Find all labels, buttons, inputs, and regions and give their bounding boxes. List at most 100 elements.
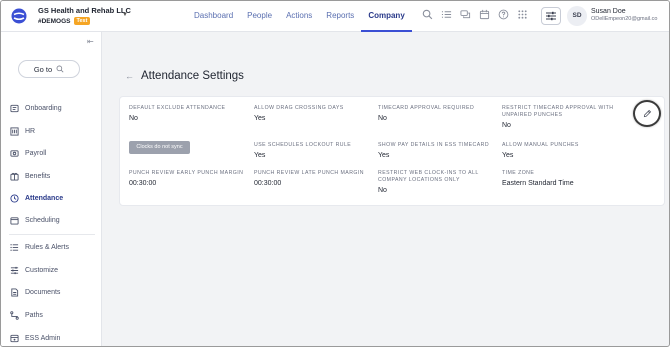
app-logo-icon[interactable] xyxy=(11,8,27,24)
sidebar-item-label: HR xyxy=(25,127,36,135)
setting-label: Restrict Web Clock-Ins To All Company Lo… xyxy=(378,170,479,183)
sidebar-item-ess-admin[interactable]: ESS Admin xyxy=(1,331,101,345)
nav-actions[interactable]: Actions xyxy=(279,1,319,32)
sidebar-item-label: Benefits xyxy=(25,172,51,180)
nav-people[interactable]: People xyxy=(240,1,279,32)
settings-sliders-button[interactable] xyxy=(541,7,561,25)
sliders-icon xyxy=(10,266,19,274)
nav-company[interactable]: Company xyxy=(361,1,412,32)
sidebar-item-hr[interactable]: HR xyxy=(1,124,101,138)
edit-settings-button[interactable] xyxy=(633,100,661,127)
sidebar-item-label: Attendance xyxy=(25,194,64,202)
calendar-icon[interactable] xyxy=(479,9,490,20)
collapse-sidebar-icon[interactable]: ⇤ xyxy=(87,37,94,46)
apps-grid-icon[interactable] xyxy=(517,9,528,20)
page-title: Attendance Settings xyxy=(141,70,244,82)
top-bar: GS Health and Rehab LLC #DEMOGS Test ▼ D… xyxy=(1,1,669,32)
sidebar-item-documents[interactable]: Documents xyxy=(1,285,101,299)
setting-value: 00:30:00 xyxy=(254,180,282,187)
setting-label: Punch Review Early Punch Margin xyxy=(129,170,244,176)
setting-show-pay-details: Show Pay Details In ESS Timecard Yes xyxy=(378,142,500,159)
sidebar-item-customize[interactable]: Customize xyxy=(1,263,101,277)
chevron-down-icon[interactable]: ▼ xyxy=(122,12,128,18)
setting-value: Eastern Standard Time xyxy=(502,180,574,187)
setting-default-exclude-attendance: Default Exclude Attendance No xyxy=(129,105,249,122)
setting-label: Show Pay Details In ESS Timecard xyxy=(378,142,490,148)
sidebar-item-benefits[interactable]: Benefits xyxy=(1,169,101,183)
setting-time-zone: Time Zone Eastern Standard Time xyxy=(502,170,624,187)
go-to-label: Go to xyxy=(33,64,53,74)
setting-value: Yes xyxy=(502,152,514,159)
setting-punch-review-early-margin: Punch Review Early Punch Margin 00:30:00 xyxy=(129,170,253,187)
main-nav: Dashboard People Actions Reports Company xyxy=(187,1,412,32)
sidebar: ⇤ Go to Onboarding HR Payroll Benefits A… xyxy=(1,32,102,346)
sidebar-item-attendance[interactable]: Attendance xyxy=(1,191,101,205)
setting-value: No xyxy=(378,115,387,122)
setting-value: 00:30:00 xyxy=(129,180,157,187)
sidebar-item-paths[interactable]: Paths xyxy=(1,308,101,322)
clocks-do-not-sync-button[interactable]: Clocks do not sync xyxy=(129,141,190,154)
setting-timecard-approval-required: Timecard Approval Required No xyxy=(378,105,498,122)
setting-restrict-timecard-approval: Restrict Timecard Approval With Unpaired… xyxy=(502,105,624,129)
calendar-icon xyxy=(10,216,19,225)
search-icon[interactable] xyxy=(422,9,433,20)
avatar[interactable]: SD xyxy=(567,6,587,26)
setting-use-schedules-lockout-rule: Use Schedules Lockout Rule Yes xyxy=(254,142,374,159)
document-icon xyxy=(11,287,19,297)
payroll-icon xyxy=(10,149,19,157)
nav-dashboard[interactable]: Dashboard xyxy=(187,1,240,32)
setting-value: Yes xyxy=(254,152,266,159)
setting-allow-drag-crossing-days: Allow Drag Crossing Days Yes xyxy=(254,105,374,122)
sidebar-item-label: Payroll xyxy=(25,149,47,157)
app-window: GS Health and Rehab LLC #DEMOGS Test ▼ D… xyxy=(0,0,670,347)
back-arrow-icon[interactable]: ← xyxy=(125,71,134,81)
company-name: GS Health and Rehab LLC xyxy=(38,6,131,15)
attendance-settings-card: Default Exclude Attendance No Allow Drag… xyxy=(119,96,665,206)
setting-label: Allow Drag Crossing Days xyxy=(254,105,344,111)
setting-punch-review-late-margin: Punch Review Late Punch Margin 00:30:00 xyxy=(254,170,376,187)
company-switcher[interactable]: GS Health and Rehab LLC #DEMOGS Test xyxy=(38,6,131,25)
sidebar-item-scheduling[interactable]: Scheduling xyxy=(1,213,101,227)
clock-icon xyxy=(10,193,19,203)
company-code: #DEMOGS xyxy=(38,17,71,25)
setting-label: Timecard Approval Required xyxy=(378,105,475,111)
setting-value: Yes xyxy=(254,115,266,122)
setting-label: Punch Review Late Punch Margin xyxy=(254,170,364,176)
sidebar-item-label: Scheduling xyxy=(25,216,60,224)
ess-admin-icon xyxy=(10,334,19,342)
sidebar-item-payroll[interactable]: Payroll xyxy=(1,146,101,160)
setting-allow-manual-punches: Allow Manual Punches Yes xyxy=(502,142,622,159)
paths-icon xyxy=(10,310,19,320)
setting-label: Restrict Timecard Approval With Unpaired… xyxy=(502,105,614,118)
sliders-icon xyxy=(546,11,556,21)
sidebar-item-label: Customize xyxy=(25,266,59,274)
setting-label: Allow Manual Punches xyxy=(502,142,579,148)
sidebar-item-onboarding[interactable]: Onboarding xyxy=(1,101,101,115)
setting-label: Use Schedules Lockout Rule xyxy=(254,142,352,148)
sidebar-item-label: Paths xyxy=(25,311,43,319)
help-icon[interactable] xyxy=(498,9,509,20)
nav-reports[interactable]: Reports xyxy=(319,1,361,32)
user-menu[interactable]: Susan Doe ODellEmpeon20@gmail.co xyxy=(591,8,669,22)
pencil-icon xyxy=(643,109,652,118)
onboarding-icon xyxy=(10,104,19,112)
user-email: ODellEmpeon20@gmail.co xyxy=(591,16,658,22)
go-to-button[interactable]: Go to xyxy=(18,60,80,78)
hr-icon xyxy=(10,126,19,136)
chat-icon[interactable] xyxy=(460,9,471,20)
setting-label: Time Zone xyxy=(502,170,535,176)
setting-value: No xyxy=(129,115,138,122)
header-tools xyxy=(422,9,528,20)
setting-value: No xyxy=(378,187,387,194)
rules-icon xyxy=(10,243,19,251)
sidebar-item-rules-alerts[interactable]: Rules & Alerts xyxy=(1,240,101,254)
list-icon[interactable] xyxy=(441,9,452,20)
page-header: ← Attendance Settings xyxy=(125,70,244,82)
sidebar-item-label: Rules & Alerts xyxy=(25,243,69,251)
setting-label: Default Exclude Attendance xyxy=(129,105,226,111)
sidebar-item-label: Onboarding xyxy=(25,104,62,112)
setting-value: No xyxy=(502,122,511,129)
setting-restrict-web-clock-ins: Restrict Web Clock-Ins To All Company Lo… xyxy=(378,170,500,194)
benefits-icon xyxy=(10,172,19,181)
user-name: Susan Doe xyxy=(591,8,626,15)
